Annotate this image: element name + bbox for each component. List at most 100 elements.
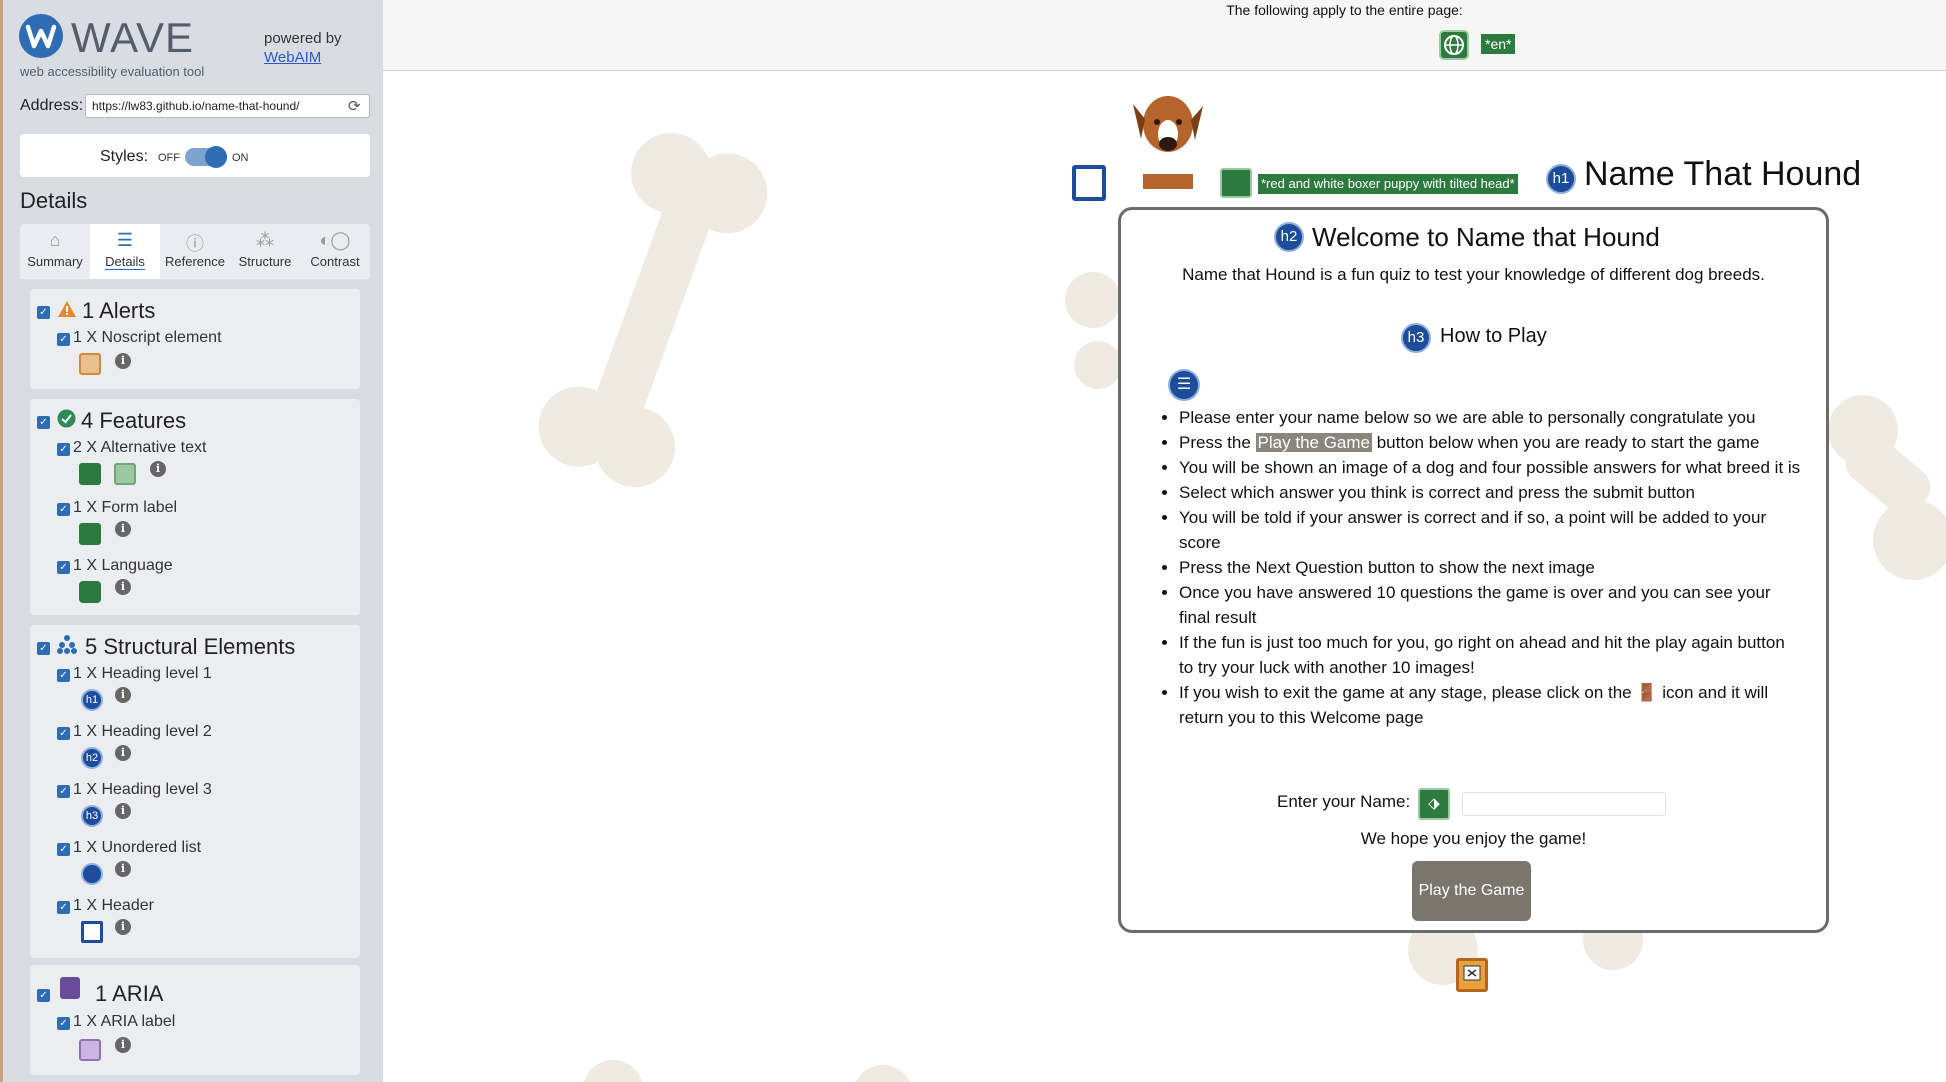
info-icon[interactable]: i bbox=[150, 461, 166, 477]
styles-toggle[interactable] bbox=[185, 146, 227, 168]
info-icon[interactable]: i bbox=[115, 803, 131, 819]
structural-group: ✓ 5 Structural Elements ✓ 1 X Heading le… bbox=[30, 625, 360, 958]
heading-2-icon[interactable]: h2 bbox=[81, 747, 103, 769]
globe-icon[interactable] bbox=[79, 581, 101, 603]
alerts-title: 1 Alerts bbox=[82, 298, 156, 323]
image-alt-icon[interactable] bbox=[79, 463, 101, 485]
how-to-play-heading: How to Play bbox=[1440, 325, 1547, 347]
page-level-bar: The following apply to the entire page: … bbox=[383, 0, 1946, 71]
features-group: ✓ 4 Features ✓ 2 X Alternative text i ✓ … bbox=[30, 399, 360, 615]
instruction-text: Select which answer you think is correct… bbox=[1179, 483, 1695, 502]
instruction-text: You will be shown an image of a dog and … bbox=[1179, 458, 1801, 477]
info-icon[interactable]: i bbox=[115, 579, 131, 595]
styles-panel: Styles: OFF ON bbox=[20, 134, 370, 177]
heading-2-icon[interactable]: h2 bbox=[1274, 222, 1304, 252]
heading-1-icon[interactable]: h1 bbox=[81, 689, 103, 711]
tab-reference[interactable]: ⓘ Reference bbox=[160, 224, 230, 279]
ul-checkbox[interactable]: ✓ bbox=[57, 843, 70, 856]
styles-label: Styles: bbox=[100, 148, 149, 165]
address-label: Address: bbox=[20, 97, 84, 114]
contrast-icon: ◐◯ bbox=[319, 230, 351, 250]
h1-checkbox[interactable]: ✓ bbox=[57, 669, 70, 682]
ul-label: 1 X Unordered list bbox=[73, 839, 202, 856]
tab-contrast[interactable]: ◐◯ Contrast bbox=[300, 224, 370, 279]
language-label: 1 X Language bbox=[73, 557, 173, 574]
alert-triangle-icon bbox=[58, 301, 76, 317]
aria-label-icon[interactable] bbox=[79, 1039, 101, 1061]
info-icon[interactable]: i bbox=[115, 687, 131, 703]
h2-label: 1 X Heading level 2 bbox=[73, 723, 212, 740]
noscript-icon[interactable] bbox=[79, 353, 101, 375]
instruction-item: Press the Play the Game button below whe… bbox=[1179, 430, 1801, 455]
toggle-knob bbox=[205, 146, 227, 168]
list-icon: ☰ bbox=[116, 230, 134, 250]
info-icon[interactable]: i bbox=[115, 353, 131, 369]
wave-logo-icon bbox=[19, 14, 63, 58]
info-icon[interactable]: i bbox=[115, 745, 131, 761]
alt-text-checkbox[interactable]: ✓ bbox=[57, 443, 70, 456]
paw-decoration bbox=[584, 1060, 911, 1082]
instruction-text: Press the Next Question button to show t… bbox=[1179, 558, 1595, 577]
instruction-item: Select which answer you think is correct… bbox=[1179, 480, 1801, 505]
tab-structure[interactable]: ⁂ Structure bbox=[230, 224, 300, 279]
info-icon[interactable]: i bbox=[115, 919, 131, 935]
alerts-checkbox[interactable]: ✓ bbox=[37, 306, 50, 319]
instruction-item: Please enter your name below so we are a… bbox=[1179, 405, 1801, 430]
h3-label: 1 X Heading level 3 bbox=[73, 781, 212, 798]
name-input[interactable] bbox=[1462, 792, 1666, 816]
h2-checkbox[interactable]: ✓ bbox=[57, 727, 70, 740]
tab-summary[interactable]: ⌂ Summary bbox=[20, 224, 90, 279]
tag-icon[interactable] bbox=[79, 523, 101, 545]
globe-glyph bbox=[1444, 35, 1464, 55]
instruction-item: Press the Next Question button to show t… bbox=[1179, 555, 1801, 580]
tab-label: Structure bbox=[238, 254, 292, 269]
heading-1-icon[interactable]: h1 bbox=[1546, 164, 1576, 194]
image-alt-icon[interactable] bbox=[114, 463, 136, 485]
info-icon[interactable]: i bbox=[115, 521, 131, 537]
noscript-checkbox[interactable]: ✓ bbox=[57, 333, 70, 346]
language-badge[interactable]: *en* bbox=[1481, 34, 1516, 54]
form-label-checkbox[interactable]: ✓ bbox=[57, 503, 70, 516]
tab-label: Reference bbox=[165, 254, 225, 269]
h3-checkbox[interactable]: ✓ bbox=[57, 785, 70, 798]
tab-label: Details bbox=[105, 254, 145, 270]
tag-icon[interactable]: ⬗ bbox=[1418, 788, 1450, 820]
aria-label-checkbox[interactable]: ✓ bbox=[57, 1017, 70, 1030]
webaim-link[interactable]: WebAIM bbox=[264, 49, 321, 66]
bone-decoration bbox=[538, 132, 768, 488]
header-checkbox[interactable]: ✓ bbox=[57, 901, 70, 914]
info-icon[interactable]: i bbox=[115, 861, 131, 877]
structural-checkbox[interactable]: ✓ bbox=[37, 642, 50, 655]
features-checkbox[interactable]: ✓ bbox=[37, 416, 50, 429]
name-label: Enter your Name: bbox=[1277, 792, 1411, 811]
language-checkbox[interactable]: ✓ bbox=[57, 561, 70, 574]
wave-wordmark: WAVE bbox=[71, 14, 195, 61]
tab-details[interactable]: ☰ Details bbox=[90, 224, 160, 279]
instruction-item: Once you have answered 10 questions the … bbox=[1179, 580, 1801, 630]
instructions-list: Please enter your name below so we are a… bbox=[1161, 405, 1801, 730]
heading-3-icon[interactable]: h3 bbox=[81, 805, 103, 827]
reload-icon[interactable]: ⟳ bbox=[348, 97, 361, 115]
play-the-game-button[interactable]: Play the Game bbox=[1412, 861, 1531, 921]
details-heading: Details bbox=[20, 188, 88, 213]
dog-image bbox=[1133, 96, 1203, 189]
panel-tabs: ⌂ Summary ☰ Details ⓘ Reference ⁂ Struct… bbox=[20, 224, 370, 279]
instruction-item: You will be shown an image of a dog and … bbox=[1179, 455, 1801, 480]
instruction-text: You will be told if your answer is corre… bbox=[1179, 508, 1767, 552]
structure-icon bbox=[57, 635, 77, 654]
heading-3-icon[interactable]: h3 bbox=[1401, 323, 1431, 353]
header-icon[interactable] bbox=[1072, 165, 1106, 201]
unordered-list-icon[interactable]: ☰ bbox=[1168, 369, 1200, 401]
header-icon[interactable] bbox=[81, 921, 103, 943]
info-icon[interactable]: i bbox=[115, 1037, 131, 1053]
instruction-text: Once you have answered 10 questions the … bbox=[1179, 583, 1771, 627]
info-icon: ⓘ bbox=[186, 234, 204, 254]
image-alt-icon[interactable] bbox=[1220, 168, 1252, 198]
alt-text-badge[interactable]: *red and white boxer puppy with tilted h… bbox=[1258, 174, 1518, 194]
aria-checkbox[interactable]: ✓ bbox=[37, 989, 50, 1002]
globe-icon[interactable] bbox=[1439, 30, 1469, 60]
noscript-icon[interactable] bbox=[1456, 958, 1488, 992]
address-input[interactable]: https://lw83.github.io/name-that-hound/ bbox=[85, 94, 370, 118]
unordered-list-icon[interactable] bbox=[81, 863, 103, 885]
instruction-text: Press the bbox=[1179, 433, 1256, 452]
